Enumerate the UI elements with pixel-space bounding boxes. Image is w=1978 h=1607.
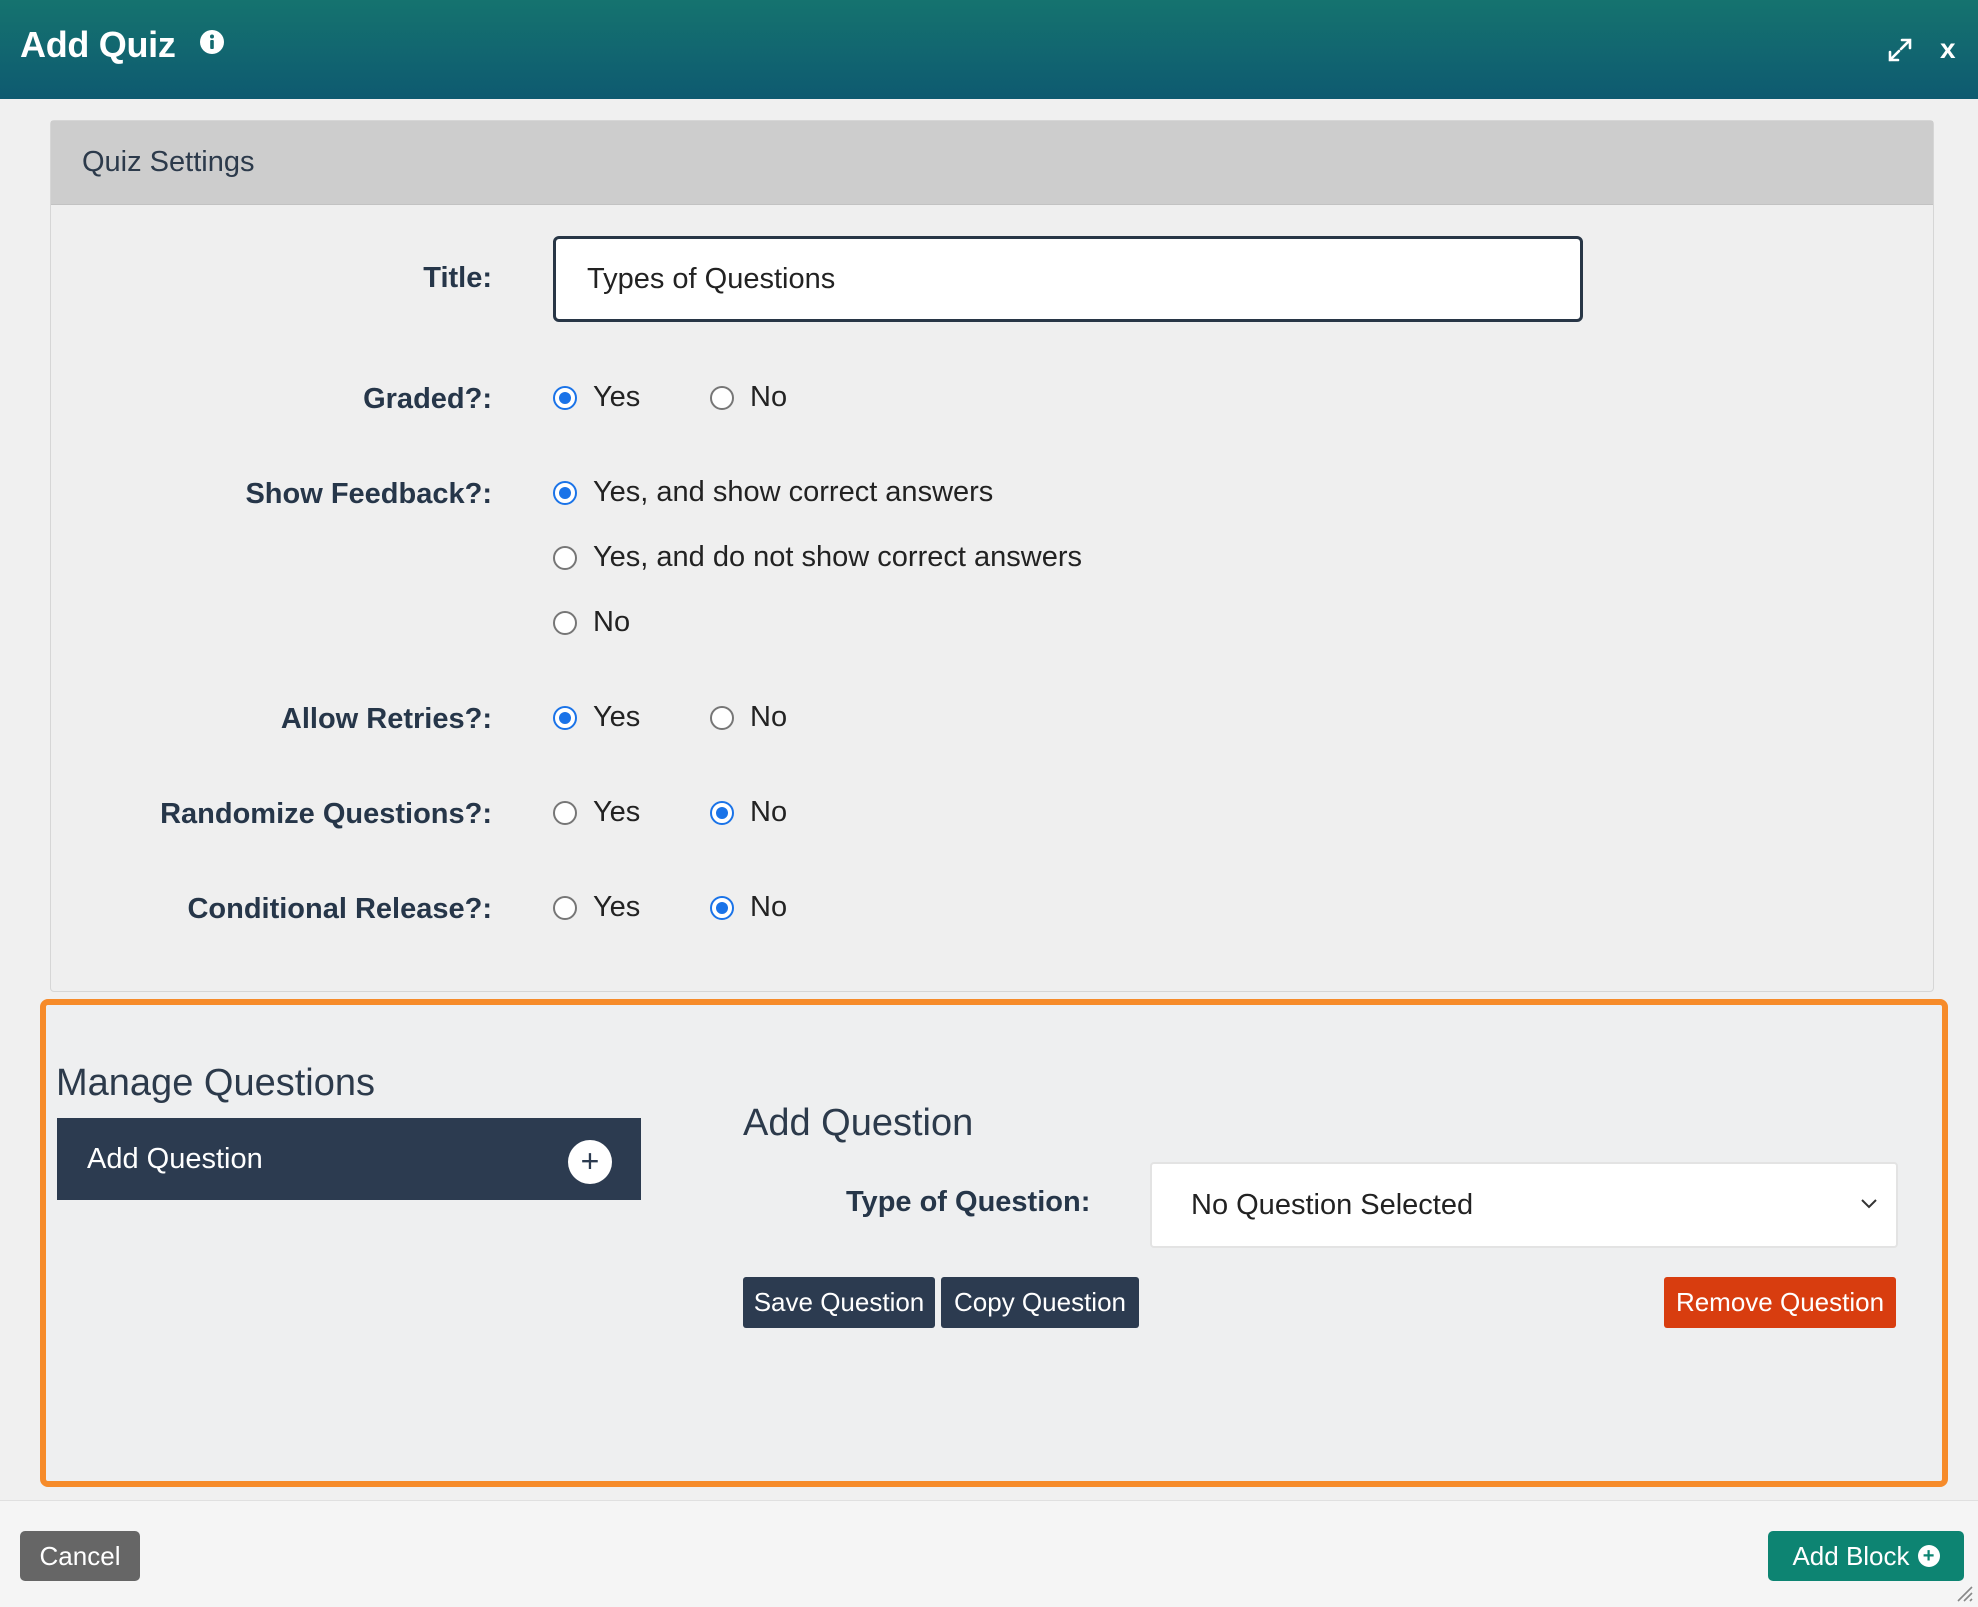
feedback-show-correct-option[interactable]: Yes, and show correct answers — [553, 476, 993, 509]
retries-no-option[interactable]: No — [710, 701, 787, 734]
graded-no-option[interactable]: No — [710, 381, 787, 414]
info-icon[interactable] — [199, 29, 225, 55]
feedback-no-text: No — [593, 606, 631, 638]
dialog-title: Add Quiz — [20, 24, 176, 65]
manage-questions-panel: Manage Questions Add Question + Add Ques… — [40, 999, 1948, 1487]
randomize-no-option[interactable]: No — [710, 796, 787, 829]
plus-circle-icon: + — [1917, 1545, 1940, 1567]
dialog-header: Add Quiz x — [0, 0, 1978, 99]
retries-yes-radio[interactable] — [553, 705, 577, 730]
plus-icon[interactable]: + — [568, 1140, 612, 1184]
chevron-down-icon — [1861, 1199, 1877, 1209]
quiz-settings-panel: Quiz Settings Title: Types of Questions … — [50, 120, 1934, 992]
conditional-no-text: No — [750, 891, 788, 923]
randomize-label: Randomize Questions?: — [160, 798, 492, 830]
conditional-yes-text: Yes — [593, 891, 641, 923]
add-question-bar[interactable]: Add Question + — [57, 1118, 641, 1200]
retries-no-radio[interactable] — [710, 705, 734, 730]
feedback-hide-correct-text: Yes, and do not show correct answers — [593, 541, 1082, 573]
manage-questions-heading: Manage Questions — [56, 1062, 375, 1104]
feedback-hide-correct-radio[interactable] — [553, 545, 577, 570]
randomize-yes-text: Yes — [593, 796, 641, 828]
graded-no-radio[interactable] — [710, 385, 734, 410]
quiz-settings-heading: Quiz Settings — [51, 121, 1933, 205]
allow-retries-label: Allow Retries?: — [280, 703, 492, 735]
conditional-no-option[interactable]: No — [710, 891, 787, 924]
randomize-no-text: No — [750, 796, 788, 828]
save-question-button[interactable]: Save Question — [743, 1277, 935, 1328]
show-feedback-label: Show Feedback?: — [245, 478, 492, 510]
title-input[interactable]: Types of Questions — [553, 236, 1583, 322]
add-block-button[interactable]: Add Block + — [1768, 1531, 1964, 1581]
copy-question-button[interactable]: Copy Question — [941, 1277, 1139, 1328]
graded-yes-text: Yes — [593, 381, 641, 413]
conditional-yes-radio[interactable] — [553, 895, 577, 920]
cancel-button[interactable]: Cancel — [20, 1531, 140, 1581]
add-block-label: Add Block — [1792, 1540, 1910, 1571]
feedback-no-radio[interactable] — [553, 610, 577, 635]
add-question-heading: Add Question — [743, 1102, 974, 1144]
type-of-question-label: Type of Question: — [846, 1186, 1091, 1218]
dialog-footer: Cancel Add Block + — [0, 1500, 1978, 1607]
conditional-release-label: Conditional Release?: — [187, 893, 492, 925]
feedback-show-correct-text: Yes, and show correct answers — [593, 476, 994, 508]
type-of-question-value: No Question Selected — [1191, 1188, 1474, 1221]
retries-yes-text: Yes — [593, 701, 641, 733]
add-question-bar-label: Add Question — [87, 1142, 263, 1175]
type-of-question-select[interactable]: No Question Selected — [1150, 1162, 1898, 1248]
retries-no-text: No — [750, 701, 788, 733]
feedback-no-option[interactable]: No — [553, 606, 630, 639]
retries-yes-option[interactable]: Yes — [553, 701, 640, 734]
title-label: Title: — [423, 262, 492, 294]
resize-grip-icon[interactable] — [1952, 1581, 1974, 1603]
randomize-yes-option[interactable]: Yes — [553, 796, 640, 829]
graded-yes-option[interactable]: Yes — [553, 381, 640, 414]
remove-question-button[interactable]: Remove Question — [1664, 1277, 1896, 1328]
conditional-yes-option[interactable]: Yes — [553, 891, 640, 924]
randomize-yes-radio[interactable] — [553, 800, 577, 825]
graded-label: Graded?: — [363, 383, 492, 415]
graded-yes-radio[interactable] — [553, 385, 577, 410]
expand-icon[interactable] — [1886, 36, 1914, 64]
close-icon[interactable]: x — [1940, 34, 1956, 64]
randomize-no-radio[interactable] — [710, 800, 734, 825]
conditional-no-radio[interactable] — [710, 895, 734, 920]
feedback-show-correct-radio[interactable] — [553, 480, 577, 505]
feedback-hide-correct-option[interactable]: Yes, and do not show correct answers — [553, 541, 1082, 574]
graded-no-text: No — [750, 381, 788, 413]
